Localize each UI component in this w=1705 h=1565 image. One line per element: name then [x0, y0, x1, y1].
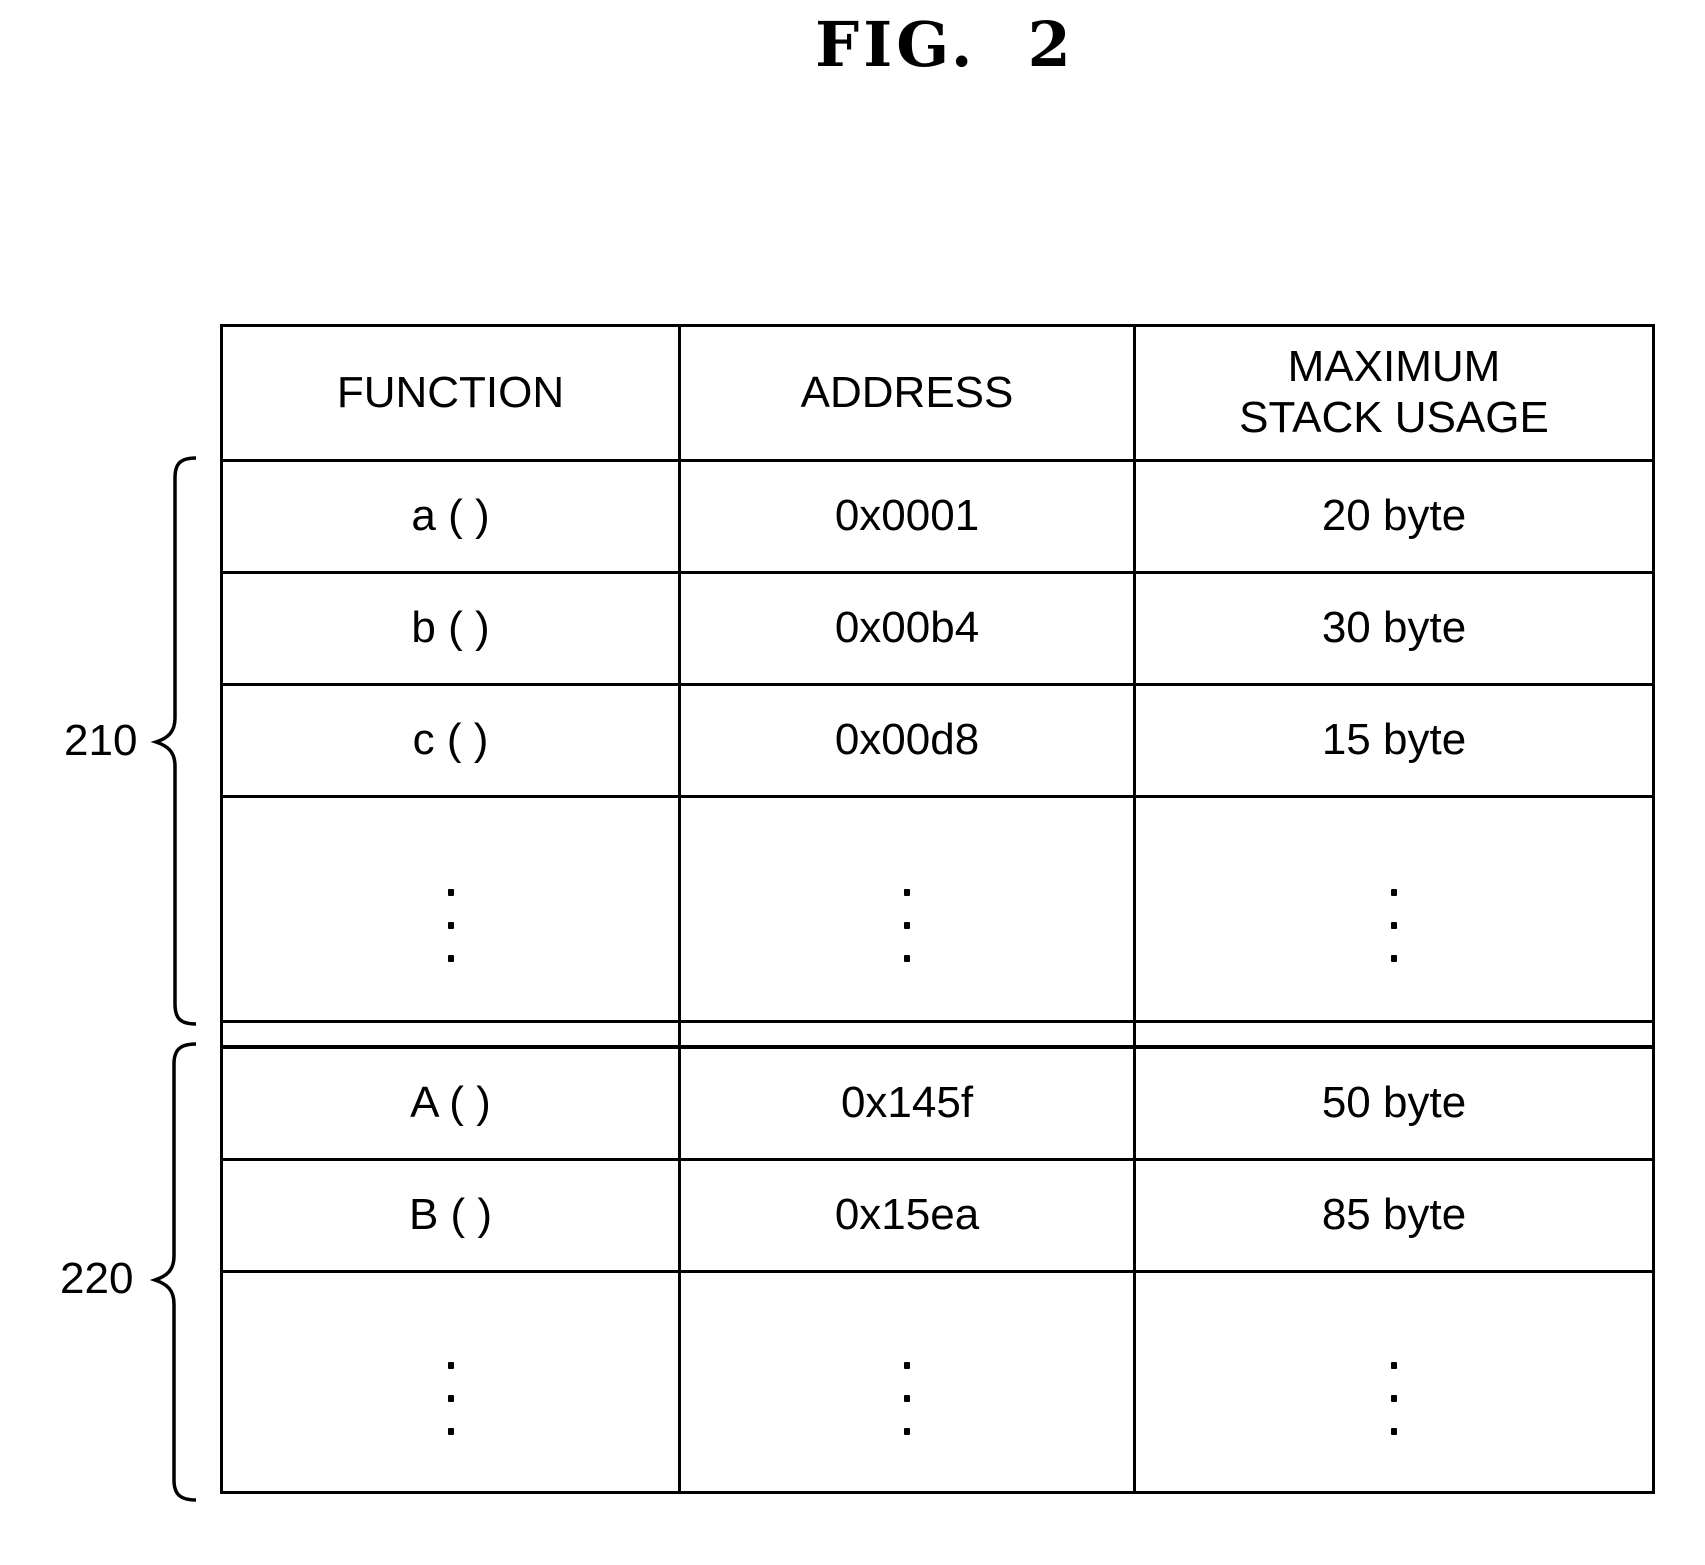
stack-usage-table: FUNCTION ADDRESS MAXIMUM STACK USAGE a (… [220, 324, 1655, 1494]
brace-220-icon [150, 1042, 198, 1502]
vertical-ellipsis-icon [1391, 888, 1397, 962]
cell-max-stack-usage: 85 byte [1133, 1158, 1655, 1273]
vertical-ellipsis-icon [447, 888, 454, 962]
cell-address: 0x145f [678, 1045, 1136, 1161]
cell-address: 0x00b4 [678, 571, 1136, 686]
brace-210-icon [150, 456, 198, 1026]
cell-function: B ( ) [220, 1158, 681, 1273]
vertical-ellipsis-icon [904, 1361, 910, 1435]
header-address: ADDRESS [678, 324, 1136, 462]
header-function: FUNCTION [220, 324, 681, 462]
cell-max-stack-usage: 50 byte [1133, 1045, 1655, 1161]
header-max-line2: STACK USAGE [1239, 393, 1549, 442]
header-max-stack-usage: MAXIMUM STACK USAGE [1133, 324, 1655, 462]
cell-function: A ( ) [220, 1045, 681, 1161]
table-header-row: FUNCTION ADDRESS MAXIMUM STACK USAGE [220, 324, 1655, 462]
figure-title: FIG. 2 [815, 8, 1075, 81]
cell-address: 0x15ea [678, 1158, 1136, 1273]
vertical-ellipsis-icon [904, 888, 910, 962]
table-row: b ( ) 0x00b4 30 byte [220, 571, 1655, 686]
vertical-ellipsis-icon [447, 1361, 454, 1435]
group-separator-row [220, 1020, 1655, 1049]
reference-label-210: 210 [64, 716, 138, 765]
table-row: a ( ) 0x0001 20 byte [220, 459, 1655, 574]
cell-address: 0x0001 [678, 459, 1136, 574]
cell-function: c ( ) [220, 683, 681, 798]
table-row-continuation [220, 795, 1655, 1023]
vertical-ellipsis-icon [1391, 1361, 1397, 1435]
cell-max-stack-usage: 20 byte [1133, 459, 1655, 574]
table-row: A ( ) 0x145f 50 byte [220, 1045, 1655, 1161]
header-max-line1: MAXIMUM [1287, 342, 1501, 392]
table-row-continuation [220, 1270, 1655, 1494]
cell-address: 0x00d8 [678, 683, 1136, 798]
table-row: c ( ) 0x00d8 15 byte [220, 683, 1655, 798]
reference-label-220: 220 [60, 1254, 134, 1303]
cell-function: b ( ) [220, 571, 681, 686]
cell-max-stack-usage: 30 byte [1133, 571, 1655, 686]
cell-max-stack-usage: 15 byte [1133, 683, 1655, 798]
table-row: B ( ) 0x15ea 85 byte [220, 1158, 1655, 1273]
cell-function: a ( ) [220, 459, 681, 574]
